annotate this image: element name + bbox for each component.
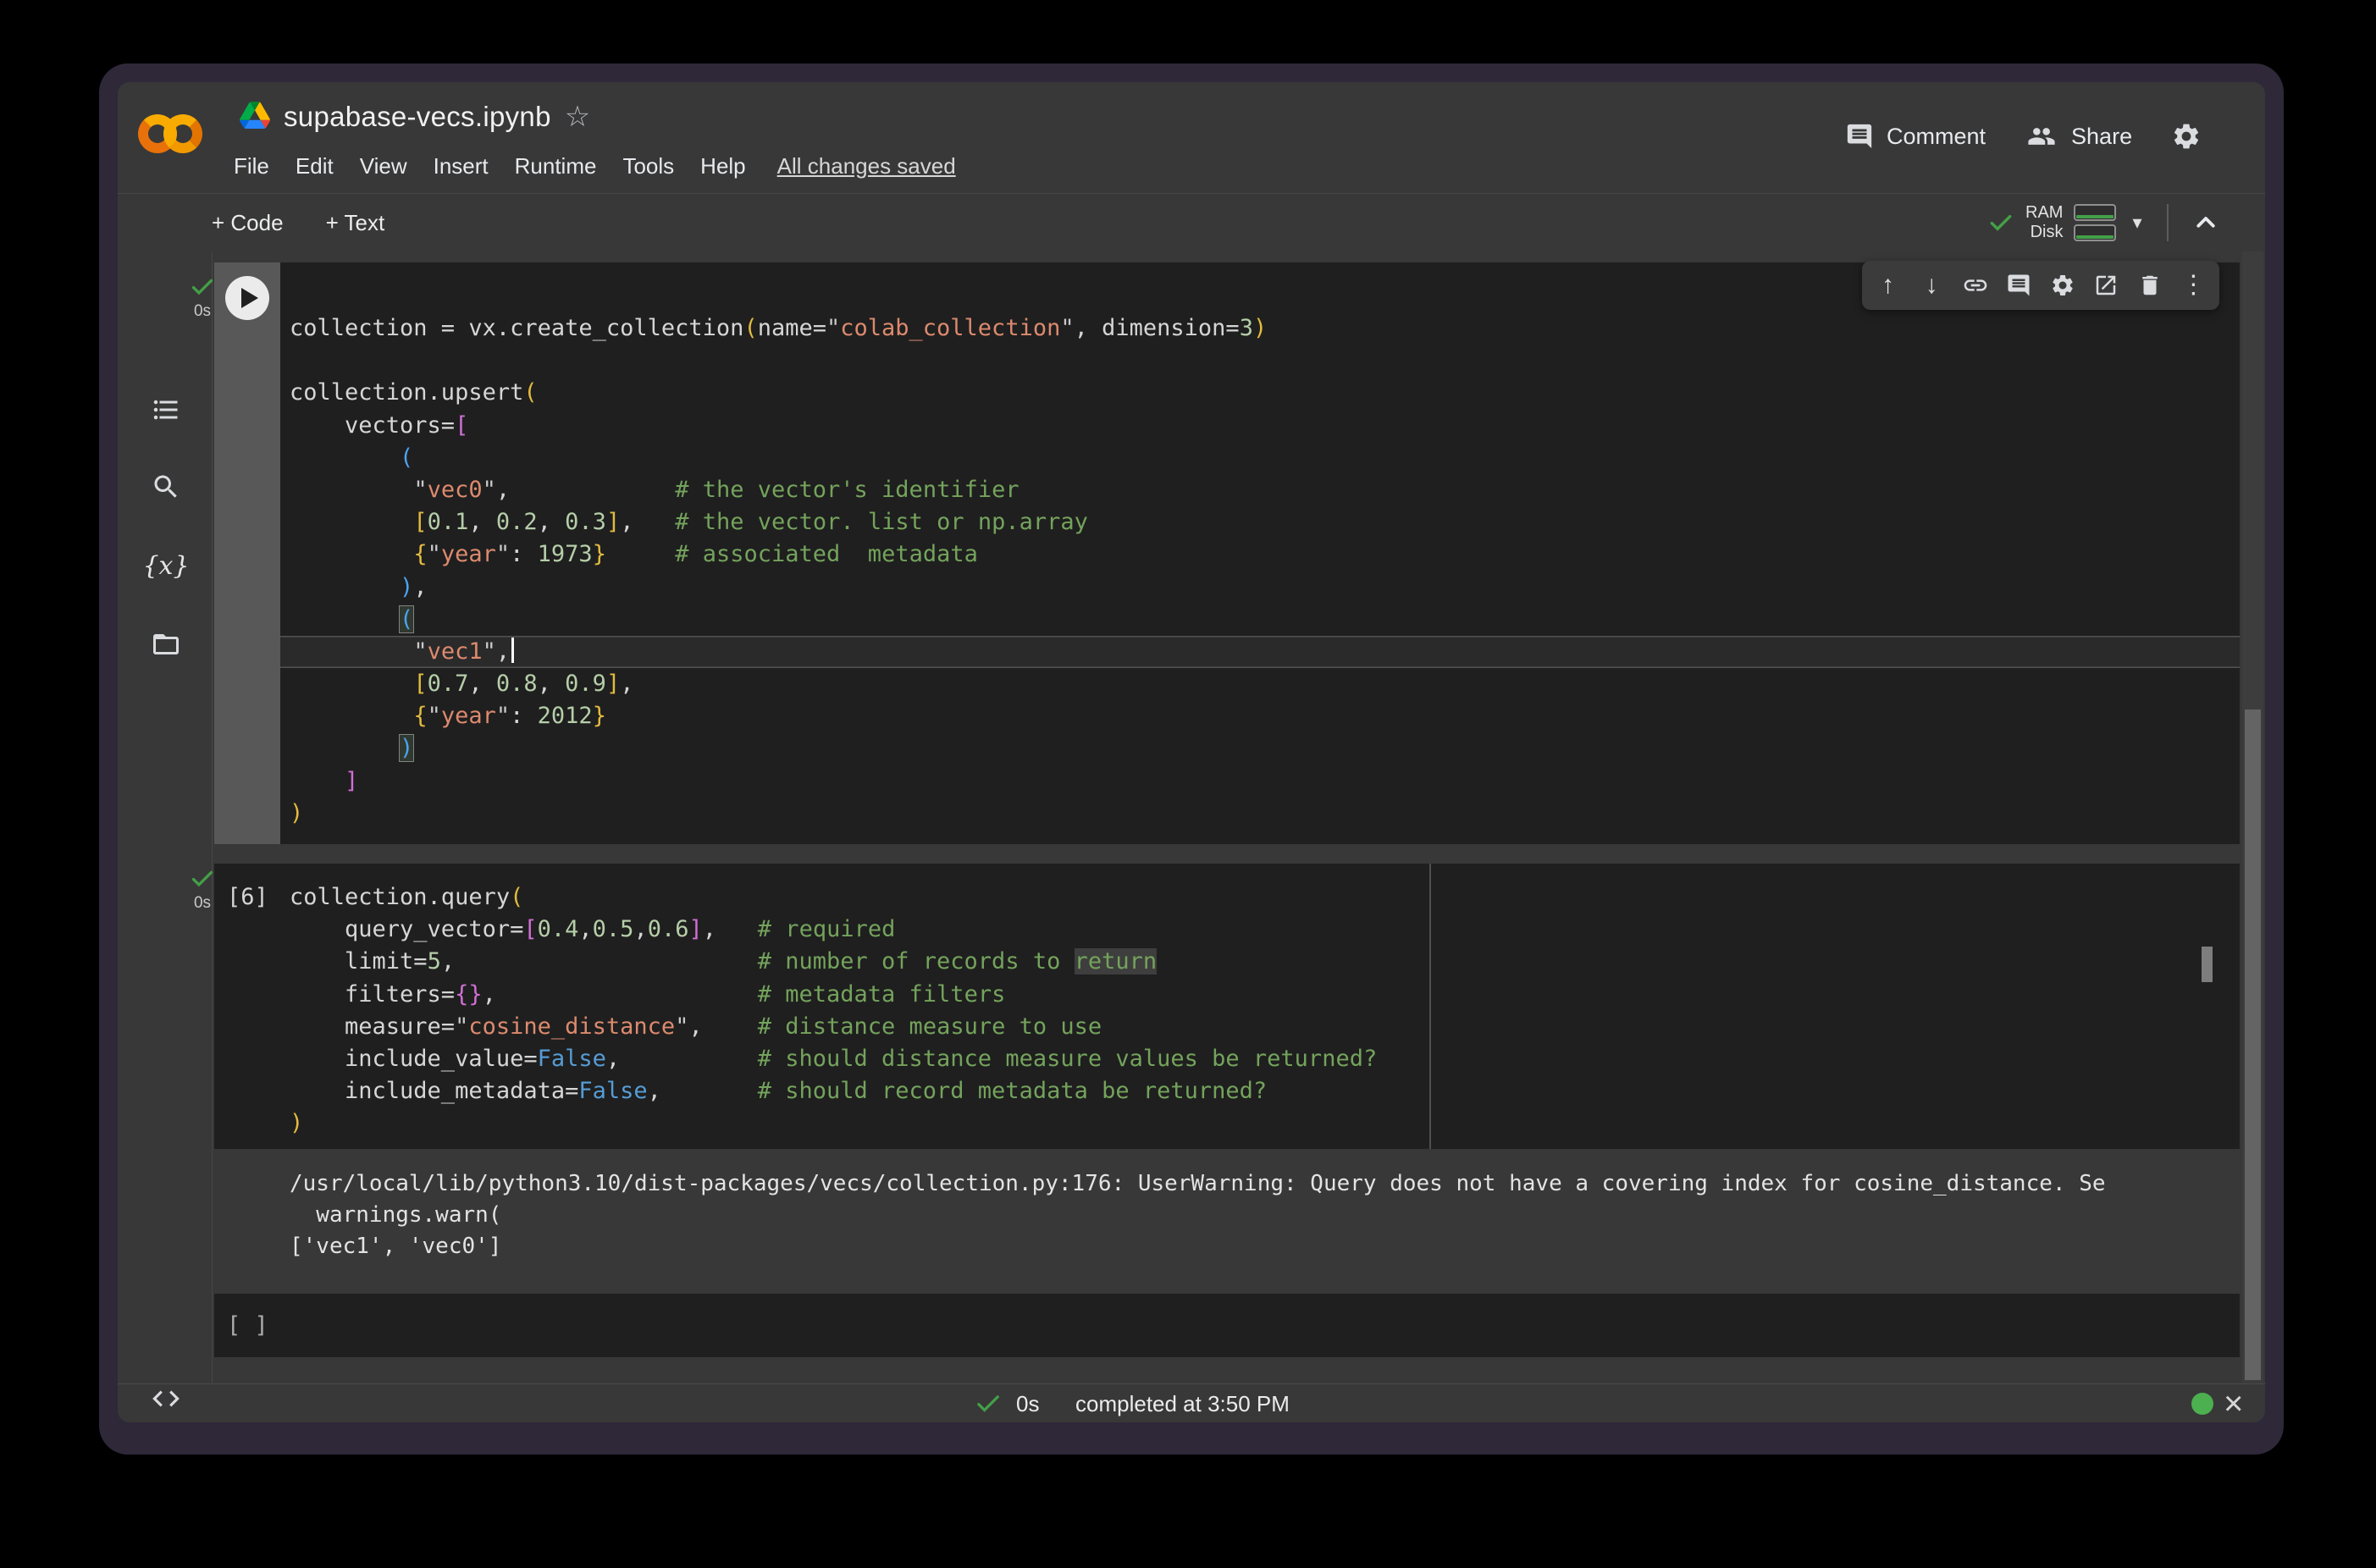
- header: supabase-vecs.ipynb ☆ File Edit View Insert…: [118, 82, 2265, 193]
- ram-label: RAM: [2025, 203, 2063, 223]
- cell-output: /usr/local/lib/python3.10/dist-packages/…: [290, 1168, 2237, 1262]
- menu-tools[interactable]: Tools: [622, 153, 674, 179]
- disk-label: Disk: [2031, 223, 2064, 242]
- menu-view[interactable]: View: [360, 153, 407, 179]
- gear-icon: [2171, 121, 2202, 152]
- play-icon: [241, 288, 258, 308]
- more-cell-actions-icon[interactable]: ⋮: [2175, 273, 2211, 298]
- status-message: completed at 3:50 PM: [1075, 1384, 1290, 1422]
- cell2-code-editor[interactable]: collection.query( query_vector=[0.4,0.5,…: [214, 881, 2240, 1140]
- cell2-scrollbar-thumb[interactable]: [2202, 947, 2213, 982]
- copy-link-to-cell-icon[interactable]: [1958, 272, 1993, 299]
- menubar: File Edit View Insert Runtime Tools Help All ch…: [234, 150, 956, 182]
- close-status-icon[interactable]: ×: [2224, 1384, 2243, 1422]
- comment-label: Comment: [1887, 124, 1986, 150]
- colab-logo-icon[interactable]: [138, 114, 202, 153]
- code-cell-1[interactable]: collection = vx.create_collection(name="…: [214, 262, 2240, 844]
- variables-icon[interactable]: {x}: [150, 549, 182, 582]
- open-in-tab-icon[interactable]: [2088, 273, 2124, 298]
- resources-caret-icon[interactable]: ▾: [2132, 212, 2141, 234]
- output-line: warnings.warn(: [290, 1200, 2237, 1231]
- cell1-code-editor[interactable]: collection = vx.create_collection(name="…: [280, 312, 2240, 830]
- left-sidebar: {x} >_: [118, 251, 213, 1383]
- output-line: /usr/local/lib/python3.10/dist-packages/…: [290, 1168, 2237, 1200]
- editor-ruler: [1429, 864, 1431, 1149]
- cell-toolbar: ↑ ↓ ⋮: [1862, 261, 2219, 310]
- run-cell-button[interactable]: [225, 276, 269, 320]
- code-cell-2[interactable]: [6] collection.query( query_vector=[0.4,…: [214, 864, 2240, 1149]
- success-check-icon: [191, 277, 214, 297]
- disk-meter: [2074, 224, 2116, 241]
- ram-meter: [2074, 204, 2116, 221]
- app-window: supabase-vecs.ipynb ☆ File Edit View Insert…: [99, 63, 2284, 1455]
- menu-file[interactable]: File: [234, 153, 269, 179]
- delete-cell-icon[interactable]: [2132, 273, 2168, 298]
- share-label: Share: [2071, 124, 2132, 150]
- comment-icon: [1845, 122, 1874, 151]
- notebook-scrollbar-thumb[interactable]: [2245, 709, 2261, 1380]
- status-bar: 0s completed at 3:50 PM ×: [118, 1383, 2265, 1422]
- move-cell-down-icon[interactable]: ↓: [1914, 273, 1949, 298]
- drive-icon: [240, 102, 270, 133]
- menu-edit[interactable]: Edit: [296, 153, 334, 179]
- table-of-contents-icon[interactable]: [150, 394, 182, 426]
- collapse-sections-icon[interactable]: [2193, 210, 2219, 235]
- add-comment-icon[interactable]: [2001, 273, 2036, 298]
- cell1-gutter: [214, 262, 280, 844]
- status-check-icon: [975, 1384, 1001, 1422]
- search-icon[interactable]: [150, 471, 182, 503]
- execution-count-empty: [ ]: [227, 1294, 268, 1357]
- menu-insert[interactable]: Insert: [434, 153, 489, 179]
- people-icon: [2025, 122, 2058, 151]
- settings-button[interactable]: [2171, 121, 2202, 152]
- menu-runtime[interactable]: Runtime: [515, 153, 597, 179]
- add-text-button[interactable]: + Text: [326, 210, 385, 236]
- comment-button[interactable]: Comment: [1845, 122, 1986, 151]
- header-actions: Comment Share: [1845, 116, 2202, 157]
- colab-app: supabase-vecs.ipynb ☆ File Edit View Insert…: [118, 82, 2265, 1422]
- desktop: { "colors": { "accent_green": "#43a047",…: [0, 0, 2376, 1568]
- saved-status[interactable]: All changes saved: [777, 153, 956, 179]
- text-cursor: [511, 638, 514, 663]
- cell-settings-gear-icon[interactable]: [2045, 273, 2080, 298]
- star-icon[interactable]: ☆: [565, 102, 590, 131]
- titlebar: supabase-vecs.ipynb ☆: [240, 97, 590, 136]
- output-line: ['vec1', 'vec0']: [290, 1231, 2237, 1262]
- status-elapsed: 0s: [1016, 1384, 1039, 1422]
- add-code-button[interactable]: + Code: [212, 210, 284, 236]
- resource-monitor[interactable]: RAM Disk ▾: [1987, 194, 2219, 251]
- share-button[interactable]: Share: [2025, 122, 2132, 151]
- move-cell-up-icon[interactable]: ↑: [1870, 273, 1906, 298]
- notebook-title[interactable]: supabase-vecs.ipynb: [284, 101, 551, 133]
- success-check-icon: [191, 869, 214, 889]
- code-cell-3[interactable]: [ ]: [214, 1294, 2240, 1357]
- menu-help[interactable]: Help: [700, 153, 745, 179]
- notebook-toolbar: + Code + Text RAM Disk ▾: [118, 193, 2265, 251]
- files-folder-icon[interactable]: [150, 628, 182, 660]
- connected-check-icon: [1987, 209, 2014, 236]
- kernel-status-dot: [2191, 1393, 2213, 1415]
